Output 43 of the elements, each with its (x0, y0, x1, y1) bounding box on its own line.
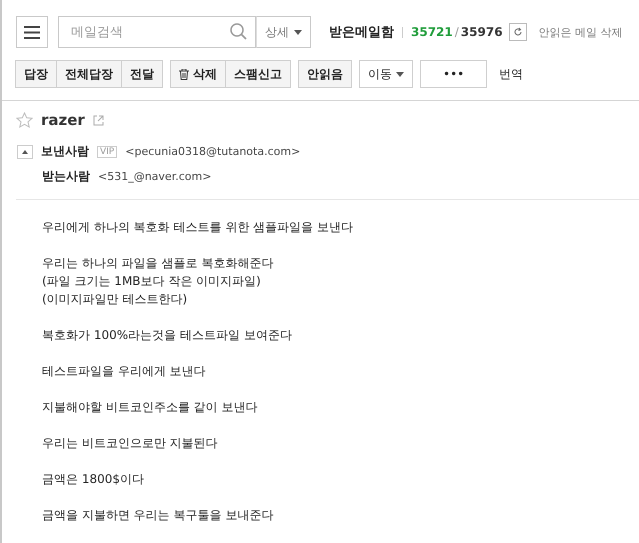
search-field[interactable]: 메일검색 (58, 16, 256, 48)
body-text: 우리는 비트코인으로만 지불된다 (42, 435, 219, 452)
body-text: (파일 크기는 1MB보다 작은 이미지파일) (42, 273, 262, 290)
body-text: 우리에게 하나의 복호화 테스트를 위한 샘플파일을 보낸다 (42, 219, 354, 236)
menu-icon (24, 26, 40, 38)
body-text: 금액을 지불하면 우리는 복구툴을 보내준다 (42, 507, 274, 524)
total-count: 35976 (460, 25, 503, 39)
delete-unread-link[interactable]: 안읽은 메일 삭제 (538, 24, 623, 40)
trash-icon (179, 68, 189, 80)
detail-search-button[interactable]: 상세 (256, 16, 311, 48)
caret-icon (396, 72, 404, 76)
body-text: 테스트파일을 우리에게 보낸다 (42, 363, 207, 380)
sender-label: 보낸사람 (41, 143, 89, 160)
caret-icon (294, 30, 302, 34)
body-text: 복호화가 100%라는것을 테스트파일 보여준다 (42, 327, 293, 344)
mailbox-title: 받은메일함 (329, 24, 394, 41)
unread-count: 35721 (411, 25, 453, 39)
delete-button[interactable]: 삭제 (170, 60, 226, 88)
expand-toggle[interactable] (17, 144, 33, 158)
count-separator: / (454, 25, 459, 39)
menu-button[interactable] (16, 16, 48, 48)
triangle-icon (22, 150, 28, 154)
sender-address[interactable]: <pecunia0318@tutanota.com> (125, 145, 300, 158)
toolbar-button[interactable]: 전체답장 (56, 60, 122, 88)
body-text: 지불해야할 비트코인주소를 같이 보낸다 (42, 399, 258, 416)
move-button[interactable]: 이동 (359, 60, 413, 88)
toolbar-button[interactable]: 안읽음 (298, 60, 352, 88)
body-text: 우리는 하나의 파일을 샘플로 복호화해준다 (42, 255, 274, 272)
recipient-address[interactable]: <531_@naver.com> (98, 170, 212, 183)
body-text: 금액은 1800$이다 (42, 471, 145, 488)
toolbar-button[interactable]: 답장 (15, 60, 57, 88)
translate-link[interactable]: 번역 (499, 66, 524, 82)
toolbar-button[interactable]: 전달 (121, 60, 163, 88)
body-text: (이미지파일만 테스트한다) (42, 291, 188, 308)
star-icon[interactable] (16, 112, 33, 128)
more-button[interactable]: ••• (420, 60, 488, 88)
mail-subject: razer (41, 111, 85, 129)
toolbar-button[interactable]: 스팸신고 (225, 60, 291, 88)
recipient-label: 받는사람 (42, 168, 90, 185)
refresh-icon (512, 27, 523, 37)
search-icon[interactable] (230, 23, 247, 40)
vip-badge: VIP (97, 146, 118, 158)
refresh-button[interactable] (508, 23, 527, 41)
